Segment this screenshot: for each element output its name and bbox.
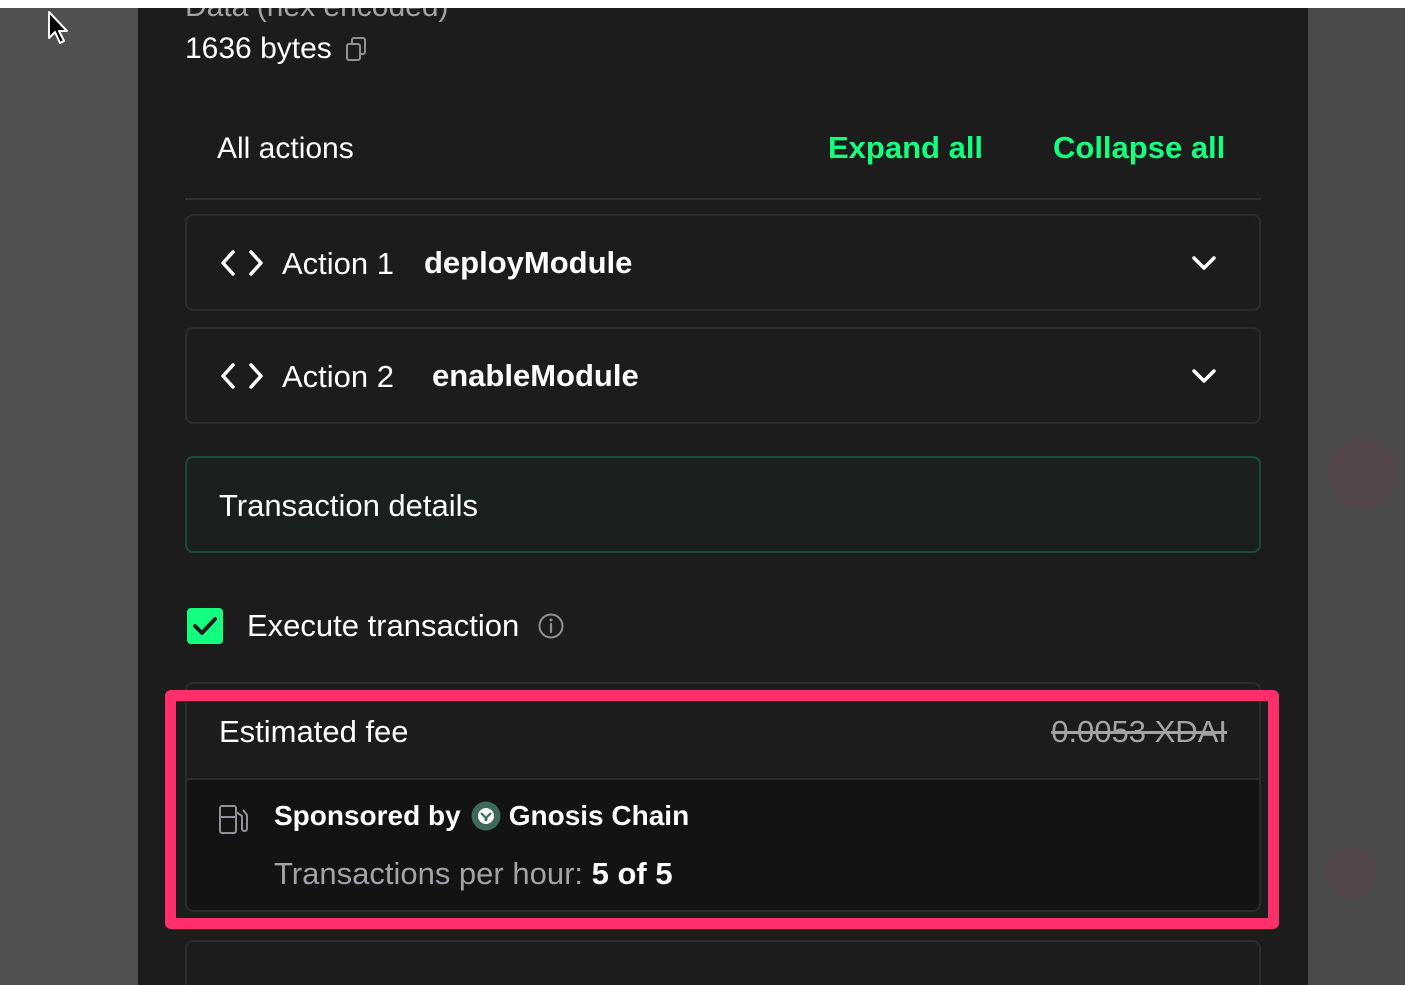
execute-transaction-label: Execute transaction <box>247 608 520 643</box>
transactions-per-hour: Transactions per hour: 5 of 5 <box>274 856 673 892</box>
data-size-row: 1636 bytes <box>185 32 368 66</box>
estimated-fee-label: Estimated fee <box>219 714 409 749</box>
data-field-label: Data (hex encoded) <box>185 8 449 22</box>
next-card <box>185 940 1261 985</box>
info-icon[interactable] <box>537 612 565 640</box>
code-icon <box>221 250 263 276</box>
sponsorship-section: Sponsored by Gnosis Chain Transactions p… <box>187 780 1259 910</box>
gas-pump-icon <box>219 805 248 834</box>
chevron-down-icon[interactable] <box>1191 367 1217 385</box>
transaction-panel: Data (hex encoded) 1636 bytes All action… <box>138 8 1308 985</box>
action-label: Action 2 <box>282 359 395 394</box>
code-icon <box>221 363 263 389</box>
transaction-details-label: Transaction details <box>219 488 479 523</box>
collapse-all-button[interactable]: Collapse all <box>1053 130 1225 166</box>
top-strip <box>0 0 1405 8</box>
data-size: 1636 bytes <box>185 32 332 65</box>
action-item-1[interactable]: Action 1 deployModule <box>185 214 1261 311</box>
all-actions-heading: All actions <box>217 132 354 165</box>
check-icon <box>193 617 217 635</box>
actions-header: All actions Expand all Collapse all <box>185 126 1261 200</box>
fee-header: Estimated fee 0.0053 XDAI <box>187 684 1259 780</box>
copy-icon[interactable] <box>344 36 368 62</box>
backdrop-left <box>0 8 138 985</box>
gnosis-chain-logo <box>471 801 501 831</box>
action-method: enableModule <box>432 358 639 393</box>
chevron-down-icon[interactable] <box>1191 254 1217 272</box>
execute-transaction-row: Execute transaction <box>187 608 565 644</box>
action-method: deployModule <box>424 245 633 280</box>
sponsored-by-line: Sponsored by Gnosis Chain <box>274 800 689 832</box>
action-item-2[interactable]: Action 2 enableModule <box>185 327 1261 424</box>
backdrop-right <box>1308 8 1405 985</box>
cursor-icon <box>48 11 68 44</box>
sponsored-by-label: Sponsored by <box>274 800 461 831</box>
estimated-fee-amount: 0.0053 XDAI <box>1051 714 1227 749</box>
estimated-fee-card: Estimated fee 0.0053 XDAI Sponsored by G… <box>185 682 1261 912</box>
expand-all-button[interactable]: Expand all <box>828 130 983 166</box>
transaction-details-accordion[interactable]: Transaction details <box>185 456 1261 553</box>
tph-value: 5 of 5 <box>591 856 673 891</box>
tph-label: Transactions per hour: <box>274 856 584 891</box>
action-label: Action 1 <box>282 246 395 281</box>
sponsor-name: Gnosis Chain <box>508 800 690 831</box>
execute-checkbox[interactable] <box>187 608 223 644</box>
